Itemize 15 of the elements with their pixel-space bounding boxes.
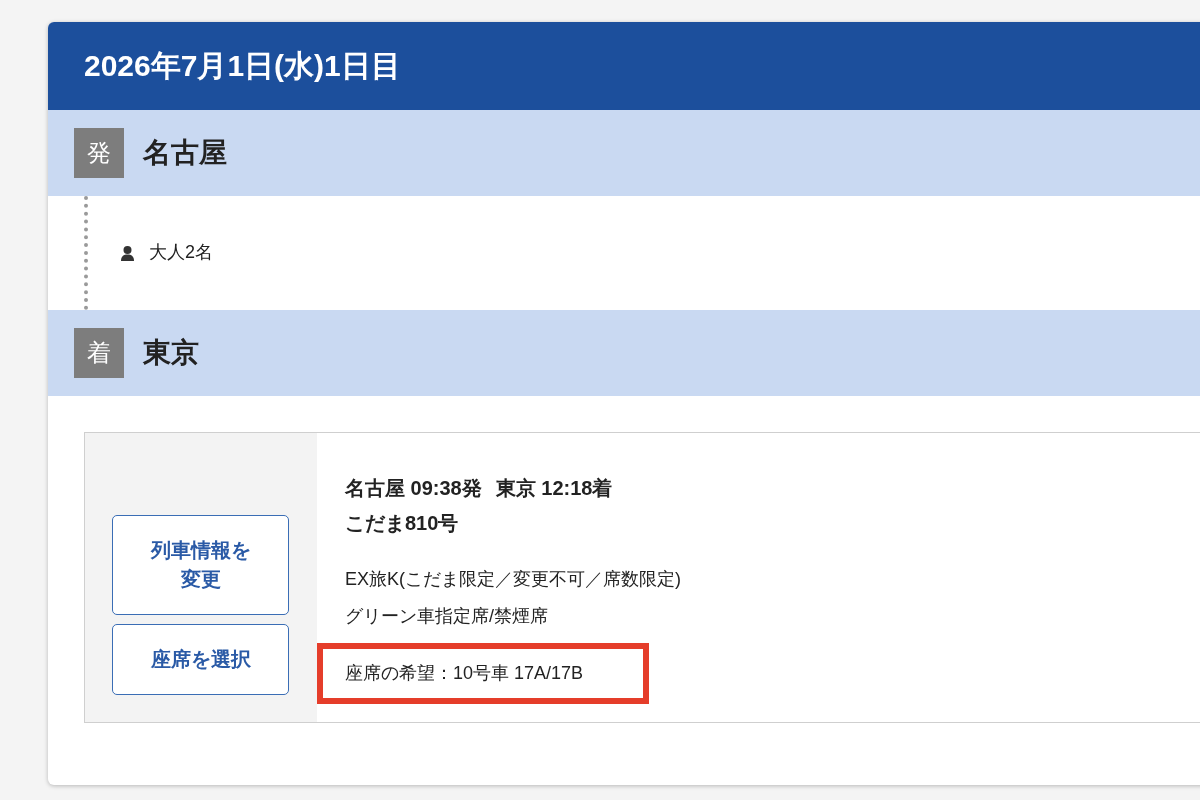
ticket-detail: EX旅K(こだま限定／変更不可／席数限定): [345, 569, 681, 589]
arrival-time: 東京 12:18着: [495, 477, 613, 499]
ticket-detail: グリーン車指定席/禁煙席: [345, 606, 548, 626]
train-action-button[interactable]: 列車情報を変更: [112, 515, 289, 615]
station-name: 名古屋: [143, 136, 227, 170]
station-name: 東京: [143, 336, 199, 370]
station-badge: 発: [74, 128, 124, 178]
ticket-detail: 座席の希望：10号車 17A/17B: [345, 663, 584, 683]
station-badge: 着: [74, 328, 124, 378]
person-icon: [121, 245, 134, 261]
passenger-count: 大人2名: [149, 242, 213, 264]
train-name: こだま810号: [345, 512, 459, 534]
departure-time: 名古屋 09:38発: [345, 477, 482, 499]
day-title: 2026年7月1日(水)1日目: [84, 48, 401, 84]
train-action-button[interactable]: 座席を選択: [112, 624, 289, 695]
